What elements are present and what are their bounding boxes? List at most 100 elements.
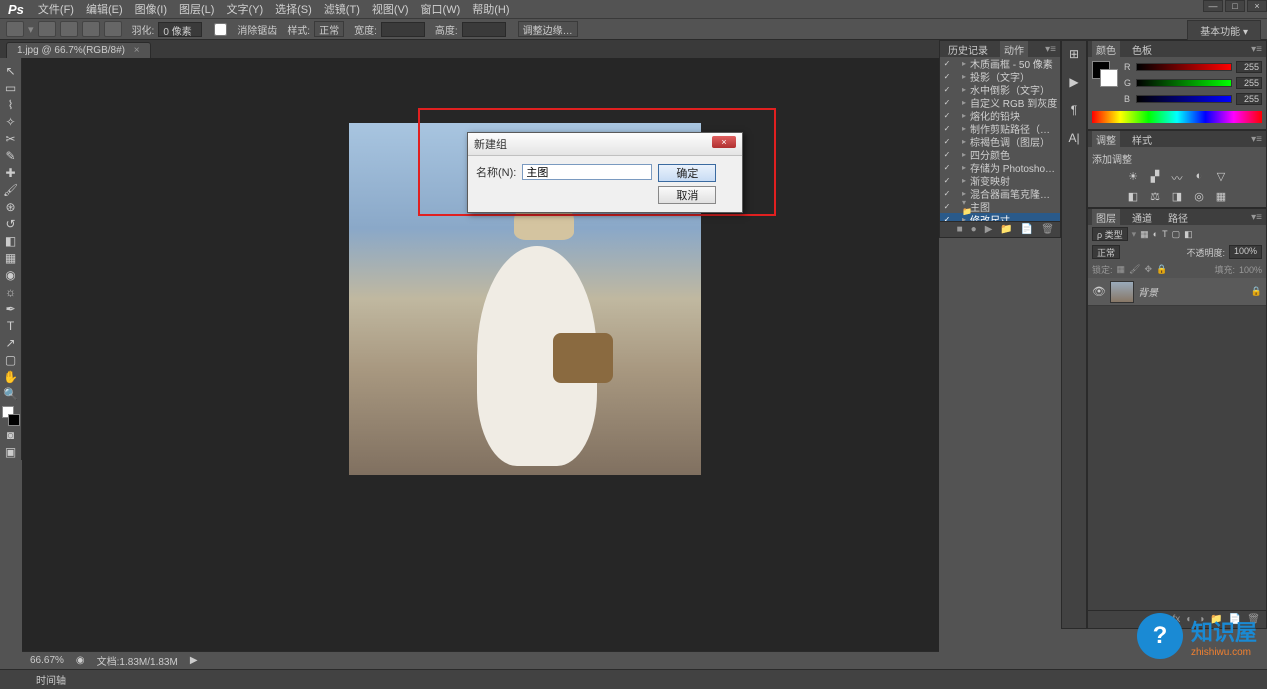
menu-type[interactable]: 文字(Y): [220, 1, 269, 17]
marquee-tool[interactable]: ▭: [2, 79, 20, 96]
swatches-tab[interactable]: 色板: [1128, 41, 1156, 58]
antialias-checkbox[interactable]: [214, 23, 227, 36]
document-tab-close-icon[interactable]: ×: [134, 45, 140, 56]
actions-tab[interactable]: 动作: [1000, 41, 1028, 58]
history-brush-tool[interactable]: ↺: [2, 215, 20, 232]
blur-tool[interactable]: ◉: [2, 266, 20, 283]
lock-pos-icon[interactable]: ✥: [1144, 264, 1152, 275]
workspace-switcher[interactable]: 基本功能 ▾: [1187, 20, 1261, 41]
levels-icon[interactable]: ▞: [1148, 170, 1162, 186]
opacity-input[interactable]: 100%: [1229, 245, 1262, 259]
layer-row-background[interactable]: 👁 背景 🔒: [1088, 278, 1266, 306]
panel-menu-icon[interactable]: ▾≡: [1251, 212, 1262, 223]
exposure-icon[interactable]: ◐: [1192, 170, 1206, 186]
channels-tab[interactable]: 通道: [1128, 209, 1156, 226]
adjustments-tab[interactable]: 调整: [1092, 131, 1120, 148]
screenmode-tool[interactable]: ▣: [2, 443, 20, 460]
bw-icon[interactable]: ◨: [1170, 190, 1184, 203]
styles-tab[interactable]: 样式: [1128, 131, 1156, 148]
menu-edit[interactable]: 编辑(E): [80, 1, 129, 17]
layers-tab[interactable]: 图层: [1092, 209, 1120, 226]
lock-paint-icon[interactable]: 🖌: [1129, 264, 1140, 275]
channel-mixer-icon[interactable]: ▦: [1214, 190, 1228, 203]
stop-icon[interactable]: ■: [957, 224, 963, 235]
filter-type-icon[interactable]: T: [1162, 229, 1168, 239]
refine-edge-button[interactable]: 调整边缘…: [518, 21, 578, 37]
cancel-button[interactable]: 取消: [658, 186, 716, 204]
colorbalance-icon[interactable]: ⚖: [1148, 190, 1162, 203]
magic-wand-tool[interactable]: ✧: [2, 113, 20, 130]
color-swatches[interactable]: [2, 406, 20, 426]
eyedropper-tool[interactable]: ✎: [2, 147, 20, 164]
pen-tool[interactable]: ✒: [2, 300, 20, 317]
lock-trans-icon[interactable]: ▦: [1117, 264, 1126, 275]
g-slider[interactable]: [1136, 79, 1232, 87]
path-tool[interactable]: ↗: [2, 334, 20, 351]
color-swatch-pair[interactable]: [1092, 61, 1118, 87]
color-spectrum[interactable]: [1092, 111, 1262, 123]
menu-layer[interactable]: 图层(L): [173, 1, 220, 17]
curves-icon[interactable]: 〰: [1170, 170, 1184, 186]
close-button[interactable]: ×: [1247, 0, 1267, 12]
status-caret-icon[interactable]: ▶: [190, 655, 198, 666]
strip-icon-1[interactable]: ⊞: [1065, 45, 1083, 63]
record-icon[interactable]: ●: [971, 224, 977, 235]
gradient-tool[interactable]: ▦: [2, 249, 20, 266]
stamp-tool[interactable]: ⊛: [2, 198, 20, 215]
panel-menu-icon[interactable]: ▾≡: [1251, 134, 1262, 145]
brush-tool[interactable]: 🖌: [2, 181, 20, 198]
strip-icon-2[interactable]: ▶: [1065, 73, 1083, 91]
tool-preset-icon[interactable]: [6, 21, 24, 37]
photo-filter-icon[interactable]: ◎: [1192, 190, 1206, 203]
ok-button[interactable]: 确定: [658, 164, 716, 182]
actions-list[interactable]: ✓▸木质画框 - 50 像素 ✓▸投影（文字） ✓▸水中倒影（文字） ✓▸自定义…: [940, 57, 1060, 221]
menu-help[interactable]: 帮助(H): [466, 1, 515, 17]
color-tab[interactable]: 颜色: [1092, 41, 1120, 58]
fill-input[interactable]: 100%: [1239, 265, 1262, 275]
intersect-selection-icon[interactable]: [104, 21, 122, 37]
vibrance-icon[interactable]: ▽: [1214, 170, 1228, 186]
doc-size[interactable]: 文档:1.83M/1.83M: [97, 653, 178, 668]
hue-icon[interactable]: ◧: [1126, 190, 1140, 203]
move-tool[interactable]: ↖: [2, 62, 20, 79]
zoom-tool[interactable]: 🔍: [2, 385, 20, 402]
menu-select[interactable]: 选择(S): [269, 1, 318, 17]
lock-all-icon[interactable]: 🔒: [1156, 264, 1167, 275]
filter-smart-icon[interactable]: ◧: [1184, 229, 1193, 240]
strip-icon-4[interactable]: A|: [1065, 129, 1083, 147]
strip-icon-3[interactable]: ¶: [1065, 101, 1083, 119]
g-value[interactable]: 255: [1236, 77, 1262, 89]
menu-window[interactable]: 窗口(W): [415, 1, 467, 17]
healing-tool[interactable]: ✚: [2, 164, 20, 181]
status-info-icon[interactable]: ◉: [76, 655, 85, 666]
layer-list[interactable]: 👁 背景 🔒: [1088, 278, 1266, 610]
document-tab[interactable]: 1.jpg @ 66.7%(RGB/8#) ×: [6, 42, 151, 58]
style-select[interactable]: 正常: [314, 21, 344, 37]
height-input[interactable]: [462, 22, 506, 37]
menu-view[interactable]: 视图(V): [366, 1, 415, 17]
shape-tool[interactable]: ▢: [2, 351, 20, 368]
zoom-level[interactable]: 66.67%: [30, 655, 64, 666]
filter-pixel-icon[interactable]: ▦: [1140, 229, 1149, 240]
layer-name[interactable]: 背景: [1138, 284, 1247, 299]
b-slider[interactable]: [1136, 95, 1232, 103]
r-slider[interactable]: [1136, 63, 1232, 71]
width-input[interactable]: [381, 22, 425, 37]
filter-shape-icon[interactable]: ▢: [1172, 229, 1181, 240]
type-tool[interactable]: T: [2, 317, 20, 334]
menu-file[interactable]: 文件(F): [32, 1, 80, 17]
layer-kind-filter[interactable]: ρ 类型: [1092, 227, 1128, 241]
trash-icon[interactable]: 🗑: [1041, 224, 1054, 235]
menu-filter[interactable]: 滤镜(T): [318, 1, 366, 17]
history-tab[interactable]: 历史记录: [944, 41, 992, 58]
background-swatch[interactable]: [8, 414, 20, 426]
paths-tab[interactable]: 路径: [1164, 209, 1192, 226]
new-set-icon[interactable]: 📁: [1000, 224, 1012, 235]
minimize-button[interactable]: —: [1203, 0, 1223, 12]
lasso-tool[interactable]: ⌇: [2, 96, 20, 113]
blend-mode-select[interactable]: 正常: [1092, 245, 1120, 259]
dialog-close-icon[interactable]: ×: [712, 136, 736, 148]
quickmask-tool[interactable]: ◙: [2, 426, 20, 443]
name-input[interactable]: [522, 164, 652, 180]
play-icon[interactable]: ▶: [985, 224, 993, 235]
